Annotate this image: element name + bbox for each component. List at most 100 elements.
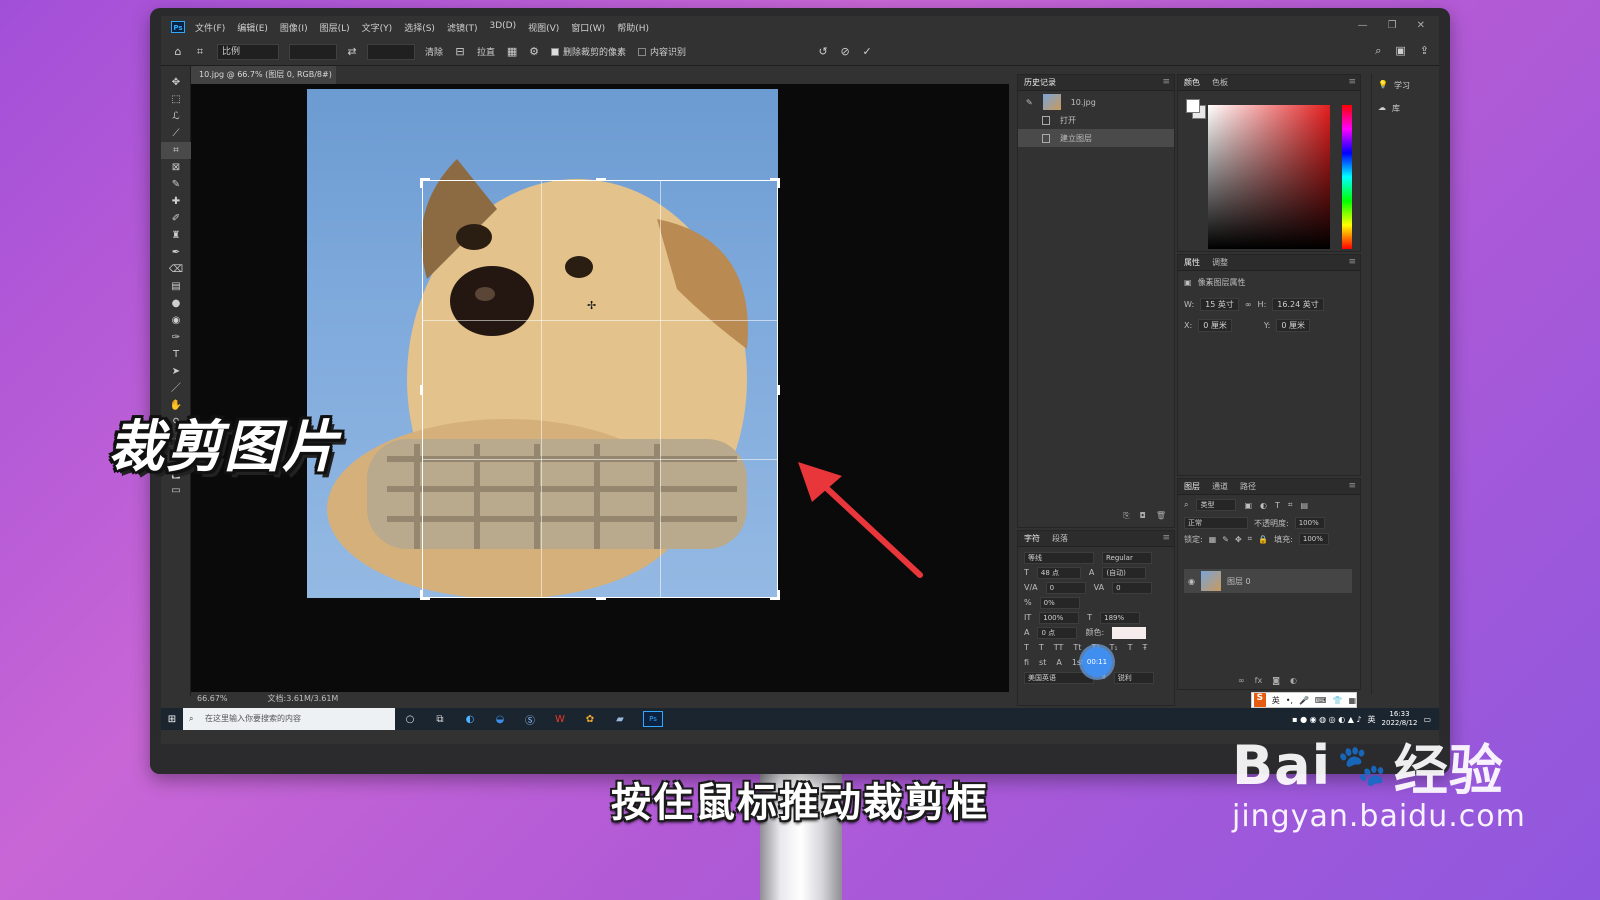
straighten-icon[interactable]: ⊟ [449,45,471,58]
tab-adjustments[interactable]: 调整 [1212,257,1228,268]
filter-type-icon[interactable]: T [1275,501,1280,510]
ime-toolbar[interactable]: S 英 •, 🎤 ⌨ 👕 ▦ [1251,692,1357,708]
horizontal-scale-field[interactable]: 189% [1100,611,1141,624]
underline-icon[interactable]: T [1128,643,1133,652]
frame-tool-icon[interactable]: ⊠ [161,159,191,176]
brush-source-icon[interactable]: ✎ [1026,98,1033,107]
photos-icon[interactable]: ✿ [575,714,605,725]
layer-name[interactable]: 图层 0 [1227,576,1251,587]
menu-window[interactable]: 窗口(W) [571,21,605,34]
notification-icon[interactable]: ▭ [1423,715,1431,724]
gradient-tool-icon[interactable]: ▤ [161,278,191,295]
search-icon[interactable]: ⌕ [1375,44,1381,58]
x-field[interactable]: 0 厘米 [1198,319,1232,332]
line-tool-icon[interactable]: ／ [161,380,191,397]
tab-paragraph[interactable]: 段落 [1052,533,1068,544]
ime-keyboard-icon[interactable]: ⌨ [1315,696,1327,705]
tab-swatches[interactable]: 色板 [1212,77,1228,88]
crop-handle-top[interactable] [596,178,606,180]
task-view-icon[interactable]: ⧉ [425,714,455,725]
menu-file[interactable]: 文件(F) [195,21,225,34]
reset-icon[interactable]: ↺ [812,45,834,58]
history-item[interactable]: 建立图层 [1018,129,1174,147]
small-caps-icon[interactable]: Tt [1073,643,1081,652]
overlay-grid-icon[interactable]: ▦ [501,45,523,58]
panel-menu-icon[interactable]: ≡ [1348,481,1356,491]
font-size-field[interactable]: 48 点 [1036,566,1081,579]
font-family-select[interactable]: 等线 [1024,551,1094,564]
tab-properties[interactable]: 属性 [1184,257,1200,268]
pen-tool-icon[interactable]: ✑ [161,329,191,346]
lock-transparent-icon[interactable]: ▦ [1209,535,1217,544]
lock-position-icon[interactable]: ✥ [1235,535,1242,544]
menu-edit[interactable]: 编辑(E) [237,21,268,34]
foreground-color-swatch[interactable] [1186,99,1200,113]
home-icon[interactable]: ⌂ [167,45,189,58]
move-tool-icon[interactable]: ✥ [161,74,191,91]
antialias-select[interactable]: 锐利 [1113,671,1154,684]
crop-handle-bottom[interactable] [596,598,606,600]
menu-select[interactable]: 选择(S) [404,21,435,34]
panel-menu-icon[interactable]: ≡ [1162,77,1170,87]
ime-skin-icon[interactable]: 👕 [1332,696,1342,705]
menu-image[interactable]: 图像(I) [280,21,308,34]
crop-handle-right[interactable] [778,385,780,395]
faux-bold-icon[interactable]: T [1024,643,1029,652]
ime-grid-icon[interactable]: ▦ [1348,696,1356,705]
crop-handle-tr[interactable] [778,178,780,188]
faux-italic-icon[interactable]: T [1039,643,1044,652]
filter-adjust-icon[interactable]: ◐ [1260,501,1267,510]
dodge-tool-icon[interactable]: ◉ [161,312,191,329]
marquee-tool-icon[interactable]: ⬚ [161,91,191,108]
text-color-swatch[interactable] [1112,626,1147,639]
history-snapshot[interactable]: ✎ 10.jpg [1018,93,1174,111]
document-tab[interactable]: 10.jpg @ 66.7% (图层 0, RGB/8#) * [191,66,336,97]
crop-handle-br[interactable] [778,590,780,600]
strikethrough-icon[interactable]: Ŧ [1143,643,1148,652]
cortana-icon[interactable]: ○ [395,714,425,725]
tab-history[interactable]: 历史记录 [1024,77,1056,88]
browser-icon[interactable]: ◐ [455,714,485,725]
ratio-width-field[interactable] [289,43,337,60]
tab-paths[interactable]: 路径 [1240,481,1256,492]
subscript-icon[interactable]: T₁ [1110,643,1118,652]
commit-check-icon[interactable]: ✓ [856,45,878,58]
kerning-field[interactable]: 0 [1045,581,1086,594]
straighten-button[interactable]: 拉直 [471,45,501,58]
mask-icon[interactable]: ◙ [1272,676,1280,685]
library-item[interactable]: ☁ 库 [1372,97,1431,120]
ime-punct-icon[interactable]: •, [1286,696,1293,705]
crop-handle-left[interactable] [420,385,422,395]
tab-character[interactable]: 字符 [1024,533,1040,544]
learn-item[interactable]: 💡 学习 [1372,74,1431,97]
menu-3d[interactable]: 3D(D) [489,21,516,34]
link-icon[interactable]: ∞ [1245,300,1252,309]
opacity-field[interactable]: 100% [1294,517,1325,529]
lasso-tool-icon[interactable]: ℒ [161,108,191,125]
tray-language[interactable]: 英 [1368,714,1376,725]
height-field[interactable]: 16.24 英寸 [1272,298,1324,311]
baseline-field[interactable]: 0 点 [1037,626,1078,639]
restore-icon[interactable]: ❐ [1388,20,1397,31]
windows-start-icon[interactable]: ⊞ [161,714,183,725]
taskbar-search[interactable]: ⌕ 在这里输入你要搜索的内容 [183,708,395,730]
settings-gear-icon[interactable]: ⚙ [523,45,545,58]
filter-smart-icon[interactable]: ▤ [1300,501,1308,510]
vertical-scale-field[interactable]: 100% [1039,611,1080,624]
hue-slider[interactable] [1342,105,1352,249]
tracking-field[interactable]: 0 [1112,581,1153,594]
new-document-icon[interactable]: ⎘ [1123,511,1129,521]
adjustment-icon[interactable]: ◐ [1290,676,1297,685]
clear-button[interactable]: 清除 [419,45,449,58]
type-tool-icon[interactable]: T [161,346,191,363]
link-layers-icon[interactable]: ∞ [1238,676,1245,685]
workspace-icon[interactable]: ▣ [1395,44,1405,58]
close-icon[interactable]: ✕ [1417,20,1425,31]
wps-icon[interactable]: W [545,714,575,725]
eraser-tool-icon[interactable]: ⌫ [161,261,191,278]
crop-box[interactable] [420,178,780,600]
blur-tool-icon[interactable]: ● [161,295,191,312]
quick-select-tool-icon[interactable]: ⟋ [161,125,191,142]
photoshop-taskbar-icon[interactable]: Ps [643,711,663,727]
tab-layers[interactable]: 图层 [1184,481,1200,492]
